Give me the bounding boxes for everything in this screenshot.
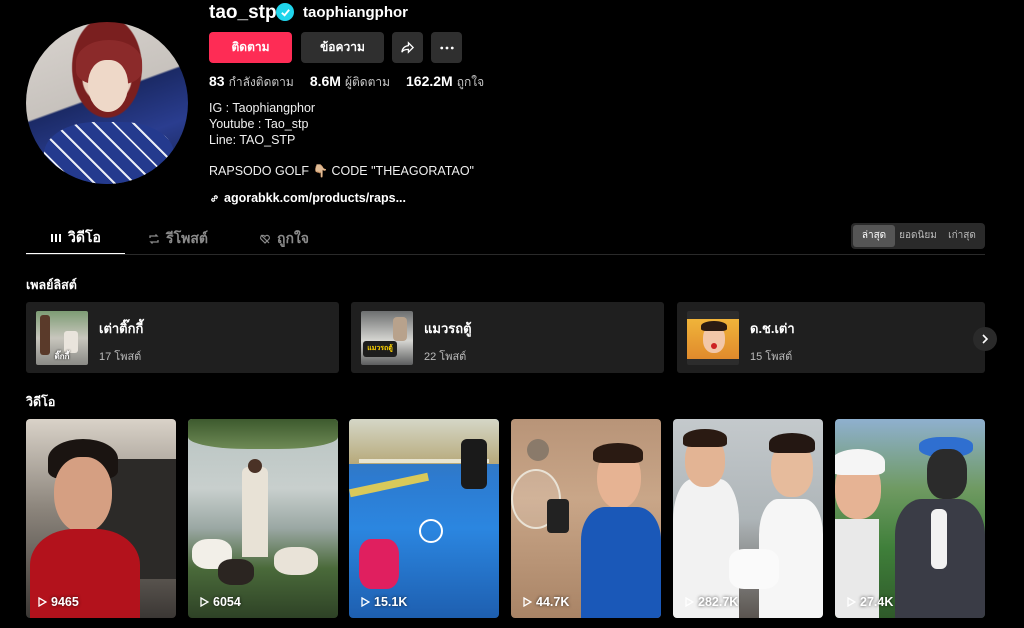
playlist-card[interactable]: แมวรถตู้ แมวรถตู้ 22 โพสต์	[351, 302, 664, 373]
content-tabs: วิดีโอ รีโพสต์ ถูกใจ	[26, 222, 337, 255]
avatar-face	[88, 60, 128, 112]
video-card[interactable]: 15.1K	[349, 419, 499, 618]
playlist-title: แมวรถตู้	[424, 321, 472, 336]
profile-username: tao_stp	[209, 2, 277, 23]
stat-followers[interactable]: 8.6M ผู้ติดตาม	[310, 73, 390, 92]
video-views: 282.7K	[684, 595, 738, 609]
stat-likes: 162.2M ถูกใจ	[406, 73, 485, 89]
video-views: 44.7K	[522, 595, 569, 609]
bio-line: IG : Taophiangphor	[209, 101, 316, 115]
play-icon	[38, 597, 47, 607]
video-views: 27.4K	[846, 595, 893, 609]
profile-stats: 83 กำลังติดตาม 8.6M ผู้ติดตาม 162.2M ถูกใจ	[209, 73, 484, 92]
video-views: 9465	[37, 595, 79, 609]
heart-off-icon	[260, 234, 270, 244]
tab-videos[interactable]: วิดีโอ	[26, 222, 125, 255]
sort-latest[interactable]: ล่าสุด	[853, 225, 895, 247]
bio-promo: RAPSODO GOLF 👇🏼 CODE "THEAGORATAO"	[209, 164, 474, 178]
playlist-card[interactable]: ติ๊กกี้ เต่าติ๊กกี้ 17 โพสต์	[26, 302, 339, 373]
stat-following[interactable]: 83 กำลังติดตาม	[209, 73, 294, 92]
sort-popular[interactable]: ยอดนิยม	[897, 225, 939, 247]
playlist-thumb-caption: ติ๊กกี้	[54, 352, 70, 361]
play-icon	[847, 597, 856, 607]
link-icon	[211, 194, 218, 202]
video-card[interactable]: 27.4K	[835, 419, 985, 618]
video-card[interactable]: 44.7K	[511, 419, 661, 618]
playlist-count: 22 โพสต์	[424, 351, 467, 363]
share-button[interactable]	[392, 32, 423, 63]
playlist-card[interactable]: ด.ช.เต่า 15 โพสต์	[677, 302, 985, 373]
profile-avatar	[26, 22, 188, 184]
videos-heading: วิดีโอ	[26, 395, 56, 409]
video-views: 15.1K	[360, 595, 407, 609]
sort-selector: ล่าสุด ยอดนิยม เก่าสุด	[851, 223, 985, 249]
message-button[interactable]: ข้อความ	[301, 32, 384, 63]
tab-reposts[interactable]: รีโพสต์	[125, 222, 231, 255]
share-icon	[401, 41, 415, 54]
video-card[interactable]: 282.7K	[673, 419, 823, 618]
playlist-count: 17 โพสต์	[99, 351, 142, 363]
play-icon	[685, 597, 694, 607]
play-icon	[361, 597, 370, 607]
avatar-suit	[44, 122, 174, 184]
tab-liked[interactable]: ถูกใจ	[231, 222, 337, 255]
bio-line: Youtube : Tao_stp	[209, 117, 309, 131]
tabs-divider	[26, 254, 985, 255]
sort-oldest[interactable]: เก่าสุด	[941, 225, 983, 247]
grid-icon	[51, 233, 62, 242]
profile-bio: IG : Taophiangphor Youtube : Tao_stp Lin…	[209, 100, 315, 148]
more-options-button[interactable]	[431, 32, 462, 63]
bio-line: Line: TAO_STP	[209, 133, 296, 147]
video-card[interactable]: 9465	[26, 419, 176, 618]
play-icon	[200, 597, 209, 607]
profile-link[interactable]: agorabkk.com/products/raps...	[209, 191, 406, 205]
chevron-right-icon	[982, 334, 989, 344]
more-icon	[439, 46, 454, 49]
profile-nickname: taophiangphor	[303, 4, 408, 21]
playlists-next-button[interactable]	[973, 327, 997, 351]
playlist-title: ด.ช.เต่า	[750, 321, 795, 336]
playlists-heading: เพลย์ลิสต์	[26, 278, 77, 292]
repost-icon	[149, 233, 159, 244]
follow-button[interactable]: ติดตาม	[209, 32, 292, 63]
playlist-title: เต่าติ๊กกี้	[99, 321, 144, 336]
playlist-thumb-caption: แมวรถตู้	[363, 341, 397, 357]
playlist-thumbnail: แมวรถตู้	[361, 311, 413, 365]
profile-link-text: agorabkk.com/products/raps...	[224, 191, 406, 205]
video-card[interactable]: 6054	[188, 419, 338, 618]
play-icon	[523, 597, 532, 607]
verified-badge-icon	[276, 3, 294, 21]
playlist-thumbnail: ติ๊กกี้	[36, 311, 88, 365]
video-views: 6054	[199, 595, 241, 609]
playlist-thumbnail	[687, 311, 739, 365]
playlist-count: 15 โพสต์	[750, 351, 793, 363]
